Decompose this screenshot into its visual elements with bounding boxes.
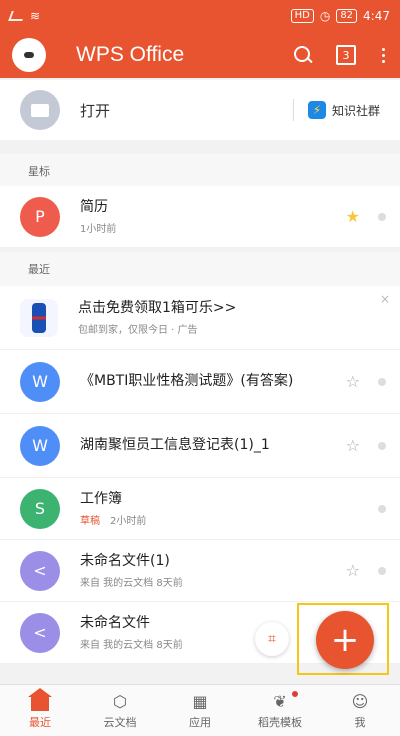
nav-label: 我 — [354, 715, 366, 729]
app-bar: WPS Office 3 — [0, 32, 400, 78]
clock: 4:47 — [363, 9, 390, 23]
star-outline-icon[interactable]: ☆ — [346, 436, 360, 455]
nav-item-me[interactable]: ☺ 我 — [320, 685, 400, 736]
share-file-icon: < — [20, 612, 60, 653]
alarm-icon: ◷ — [319, 9, 331, 23]
starred-header: 星标 — [0, 154, 400, 190]
template-icon: ❦ — [273, 692, 287, 711]
close-icon[interactable]: × — [380, 292, 390, 306]
nav-label: 云文档 — [103, 715, 137, 729]
status-bar: ≋ HD ◷ 82 4:47 — [0, 0, 400, 32]
profile-icon: ☺ — [351, 692, 369, 711]
ad-title: 点击免费领取1箱可乐>> — [78, 300, 237, 316]
ad-subtitle: 包邮到家，仅限今日 · 广告 — [78, 325, 198, 336]
list-item[interactable]: W 湖南聚恒员工信息登记表(1)_1 ☆ — [0, 414, 400, 478]
star-outline-icon[interactable]: ☆ — [346, 561, 360, 580]
app-title: WPS Office — [76, 43, 185, 66]
nav-label: 稻壳模板 — [258, 715, 302, 729]
apps-icon: ▦ — [192, 692, 208, 711]
pepsi-icon — [20, 298, 58, 337]
community-label: 知识社群 — [331, 103, 380, 118]
tab-count-button[interactable]: 3 — [336, 45, 356, 65]
open-row[interactable]: 打开 ⚡ 知识社群 — [0, 80, 400, 140]
nav-item-recent[interactable]: 最近 — [0, 685, 80, 736]
recent-header: 最近 — [0, 252, 400, 288]
sheet-file-icon: S — [20, 488, 60, 529]
new-file-button[interactable]: + — [316, 611, 374, 669]
list-item[interactable]: P 简历 1小时前 ★ — [0, 186, 400, 248]
star-icon[interactable]: ★ — [346, 207, 360, 226]
avatar-icon — [24, 52, 34, 58]
share-file-icon: < — [20, 550, 60, 591]
more-dot-icon[interactable] — [378, 212, 386, 221]
word-file-icon: W — [20, 361, 60, 402]
nav-item-cloud[interactable]: ⬡ 云文档 — [80, 685, 160, 736]
ad-item[interactable]: 点击免费领取1箱可乐>> 包邮到家，仅限今日 · 广告 × — [0, 286, 400, 350]
file-name: 未命名文件(1) — [80, 553, 170, 569]
file-time: 2小时前 — [110, 516, 147, 527]
draft-badge: 草稿 — [80, 516, 100, 527]
word-file-icon: W — [20, 425, 60, 466]
list-item[interactable]: < 未命名文件(1) 来自 我的云文档 8天前 ☆ — [0, 540, 400, 602]
more-dot-icon[interactable] — [378, 504, 386, 513]
hd-badge: HD — [290, 9, 314, 23]
list-item[interactable]: S 工作簿 草稿 2小时前 — [0, 478, 400, 540]
home-icon — [28, 687, 52, 711]
notification-dot — [292, 691, 298, 697]
community-button[interactable]: ⚡ 知识社群 — [292, 99, 380, 121]
file-name: 《MBTI职业性格测试题》(有答案) — [80, 373, 294, 389]
nav-item-apps[interactable]: ▦ 应用 — [160, 685, 240, 736]
cloud-doc-icon: ⬡ — [113, 692, 127, 711]
nav-label: 应用 — [189, 715, 211, 729]
nav-item-templates[interactable]: ❦ 稻壳模板 — [240, 685, 320, 736]
starred-section: 星标 — [0, 154, 400, 190]
battery-level: 82 — [336, 9, 358, 23]
ppt-file-icon: P — [20, 196, 60, 237]
nav-label: 最近 — [29, 715, 51, 729]
signal-icon — [8, 11, 26, 21]
more-menu-icon[interactable] — [378, 47, 388, 63]
file-name: 湖南聚恒员工信息登记表(1)_1 — [80, 437, 270, 453]
file-time: 1小时前 — [80, 224, 117, 235]
star-outline-icon[interactable]: ☆ — [346, 372, 360, 391]
file-source: 来自 我的云文档 8天前 — [80, 578, 183, 589]
bottom-nav: 最近 ⬡ 云文档 ▦ 应用 ❦ 稻壳模板 ☺ 我 — [0, 684, 400, 736]
more-dot-icon[interactable] — [378, 441, 386, 450]
scan-icon[interactable]: ⌗ — [255, 622, 289, 656]
file-name: 工作簿 — [80, 491, 122, 507]
recent-section: 最近 — [0, 252, 400, 288]
folder-icon — [20, 90, 60, 130]
open-label: 打开 — [80, 101, 111, 120]
file-name: 简历 — [80, 199, 108, 215]
more-dot-icon[interactable] — [378, 377, 386, 386]
avatar[interactable] — [12, 38, 46, 72]
more-dot-icon[interactable] — [378, 566, 386, 575]
lightning-icon: ⚡ — [307, 101, 326, 119]
list-item[interactable]: W 《MBTI职业性格测试题》(有答案) ☆ — [0, 350, 400, 414]
wifi-icon: ≋ — [30, 9, 41, 23]
search-icon[interactable] — [292, 44, 314, 66]
